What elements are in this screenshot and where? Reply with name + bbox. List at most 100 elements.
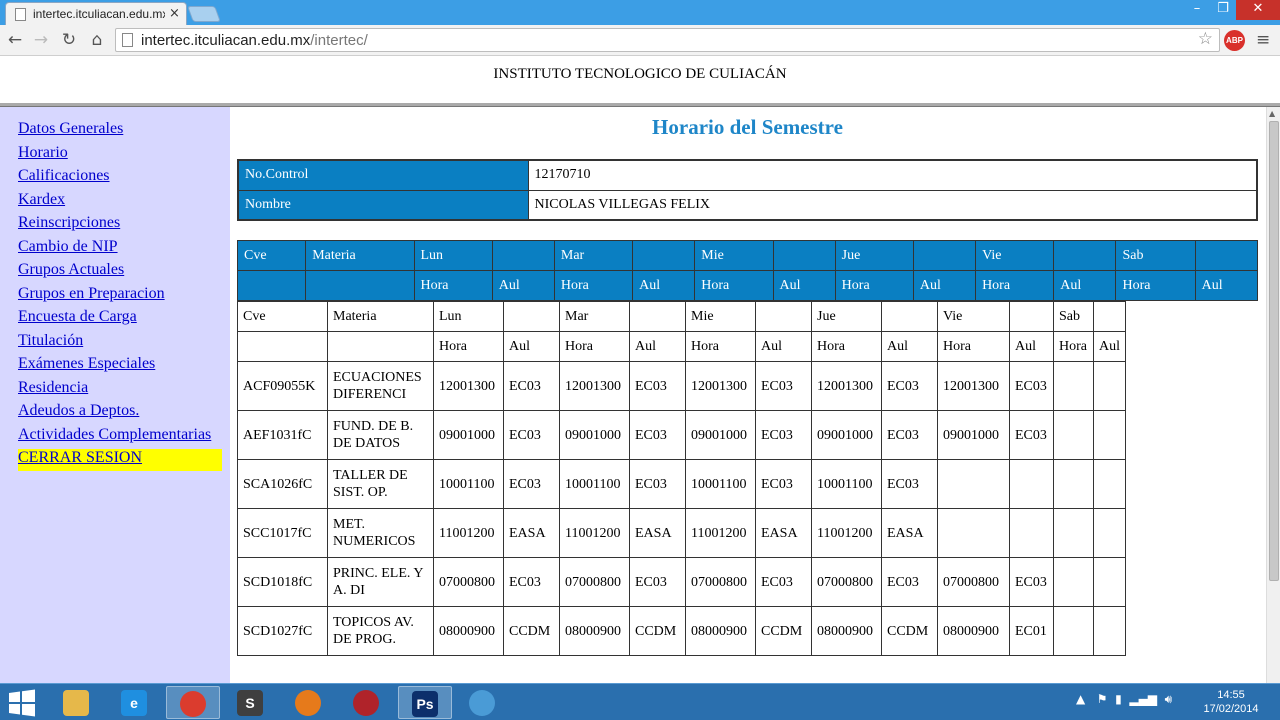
- scrollbar-thumb[interactable]: [1269, 121, 1279, 581]
- logout-link[interactable]: CERRAR SESION: [18, 449, 142, 466]
- volume-icon[interactable]: 🔊︎: [1165, 692, 1173, 706]
- menu-icon[interactable]: ≡: [1256, 30, 1270, 50]
- show-hidden-icons-icon[interactable]: ▲: [1076, 692, 1085, 706]
- header-cell: Hora: [975, 270, 1055, 301]
- taskbar-app-internet-explorer[interactable]: e: [108, 686, 162, 719]
- name-row: Nombre NICOLAS VILLEGAS FELIX: [237, 189, 1258, 221]
- schedule-cell: 08000900: [811, 606, 882, 656]
- schedule-header-row: Cve Materia Lun Mar Mie Jue Vie Sab: [237, 301, 1126, 332]
- address-bar[interactable]: intertec.itculiacan.edu.mx/intertec/ ☆: [115, 28, 1220, 52]
- header-cell: Aul: [1194, 270, 1259, 301]
- file-explorer-icon: [63, 690, 89, 716]
- firefox-icon: [295, 690, 321, 716]
- taskbar-app-app-red[interactable]: [340, 686, 394, 719]
- sidebar-link[interactable]: Horario: [18, 144, 68, 161]
- schedule-cell: EC03: [1009, 557, 1054, 607]
- sidebar-link[interactable]: Actividades Complementarias: [18, 426, 211, 443]
- url-text[interactable]: intertec.itculiacan.edu.mx/intertec/: [141, 32, 368, 49]
- adblock-icon[interactable]: ABP: [1224, 30, 1245, 51]
- bookmark-star-icon[interactable]: ☆: [1198, 29, 1213, 49]
- schedule-cell: [1093, 557, 1126, 607]
- windows-start-icon[interactable]: [8, 689, 36, 717]
- page-title: Horario del Semestre: [652, 115, 843, 139]
- tab-title: intertec.itculiacan.edu.mx: [33, 7, 165, 21]
- sidebar-link[interactable]: Datos Generales: [18, 120, 123, 137]
- header-cell: Materia: [305, 240, 415, 271]
- schedule-cell: 08000900: [685, 606, 756, 656]
- page-icon: [122, 33, 133, 47]
- schedule-cell: 10001100: [433, 459, 504, 509]
- new-tab-button[interactable]: [187, 6, 221, 22]
- schedule-cell: [1053, 606, 1094, 656]
- internet-explorer-icon: e: [121, 690, 147, 716]
- header-cell: Aul: [629, 331, 686, 362]
- clock[interactable]: 14:55 17/02/2014: [1196, 688, 1266, 716]
- taskbar-app-firefox[interactable]: [282, 686, 336, 719]
- schedule-cell: 07000800: [811, 557, 882, 607]
- header-cell: Vie: [937, 301, 1010, 332]
- header-cell: Aul: [912, 270, 977, 301]
- sidebar-link[interactable]: Adeudos a Deptos.: [18, 402, 139, 419]
- schedule-header-row: Hora Aul Hora Aul Hora Aul Hora Aul Hora Aul Hora A…: [236, 270, 1259, 301]
- schedule-cell: 11001200: [433, 508, 504, 558]
- sidebar-item: Residencia: [18, 379, 230, 403]
- schedule-cell: EC03: [503, 459, 560, 509]
- header-cell: [236, 270, 307, 301]
- schedule-cell: EASA: [755, 508, 812, 558]
- header-cell: Cve: [236, 240, 307, 271]
- schedule-cell: 09001000: [559, 410, 630, 460]
- schedule-cell: EC03: [881, 557, 938, 607]
- tab-close-icon[interactable]: ×: [169, 6, 180, 21]
- schedule-cell: 12001300: [685, 361, 756, 411]
- course-name-cell: TALLER DE SIST. OP.: [327, 459, 434, 509]
- header-cell: Lun: [433, 301, 504, 332]
- network-icon[interactable]: ⚑: [1097, 692, 1108, 706]
- sidebar-link[interactable]: Reinscripciones: [18, 214, 120, 231]
- browser-tab[interactable]: intertec.itculiacan.edu.mx ×: [5, 2, 187, 25]
- reload-icon[interactable]: ↻: [58, 29, 80, 51]
- taskbar-app-chrome[interactable]: [166, 686, 220, 719]
- schedule-cell: EASA: [503, 508, 560, 558]
- maximize-button[interactable]: ❐: [1210, 0, 1236, 20]
- sidebar-link[interactable]: Grupos Actuales: [18, 261, 124, 278]
- course-code-cell: ACF09055K: [237, 361, 328, 411]
- sidebar-link[interactable]: Kardex: [18, 191, 65, 208]
- home-icon[interactable]: ⌂: [86, 29, 108, 51]
- close-window-button[interactable]: ✕: [1236, 0, 1280, 20]
- scroll-up-icon[interactable]: ▲: [1269, 109, 1275, 118]
- header-cell: Mie: [694, 240, 774, 271]
- schedule-cell: EC03: [1009, 361, 1054, 411]
- back-arrow-icon[interactable]: ←: [4, 29, 26, 51]
- taskbar-app-file-explorer[interactable]: [50, 686, 104, 719]
- header-cell: Hora: [834, 270, 914, 301]
- sidebar-link[interactable]: Cambio de NIP: [18, 238, 118, 255]
- header-cell: Hora: [694, 270, 774, 301]
- taskbar-app-paint[interactable]: [456, 686, 510, 719]
- sidebar-link[interactable]: Calificaciones: [18, 167, 110, 184]
- sidebar-link[interactable]: Grupos en Preparacion: [18, 285, 165, 302]
- schedule-header-row: Cve Materia Lun Mar Mie Jue Vie Sab: [236, 240, 1259, 271]
- name-value: NICOLAS VILLEGAS FELIX: [527, 189, 1258, 221]
- schedule-cell: 10001100: [685, 459, 756, 509]
- header-cell: Vie: [975, 240, 1055, 271]
- paint-icon: [469, 690, 495, 716]
- sidebar-link[interactable]: Titulación: [18, 332, 83, 349]
- forward-arrow-icon[interactable]: →: [30, 29, 52, 51]
- sidebar-link[interactable]: Encuesta de Carga: [18, 308, 137, 325]
- minimize-button[interactable]: –: [1184, 0, 1210, 20]
- taskbar-app-photoshop[interactable]: Ps: [398, 686, 452, 719]
- schedule-cell: EC03: [629, 459, 686, 509]
- taskbar-app-sublime[interactable]: S: [224, 686, 278, 719]
- sidebar-link[interactable]: Residencia: [18, 379, 88, 396]
- schedule-cell: [1093, 361, 1126, 411]
- schedule-header-table: Cve Materia Lun Mar Mie Jue Vie Sab Hora Aul Hora…: [236, 240, 1259, 301]
- sidebar-item: CERRAR SESION: [18, 449, 222, 471]
- header-cell: Mie: [685, 301, 756, 332]
- signal-icon[interactable]: ▂▄▆: [1129, 692, 1157, 706]
- battery-icon[interactable]: ▮: [1115, 692, 1122, 706]
- page-icon: [15, 8, 26, 21]
- schedule-cell: [1009, 508, 1054, 558]
- photoshop-icon: Ps: [412, 691, 438, 717]
- vertical-scrollbar[interactable]: ▲: [1266, 107, 1280, 683]
- sidebar-link[interactable]: Exámenes Especiales: [18, 355, 155, 372]
